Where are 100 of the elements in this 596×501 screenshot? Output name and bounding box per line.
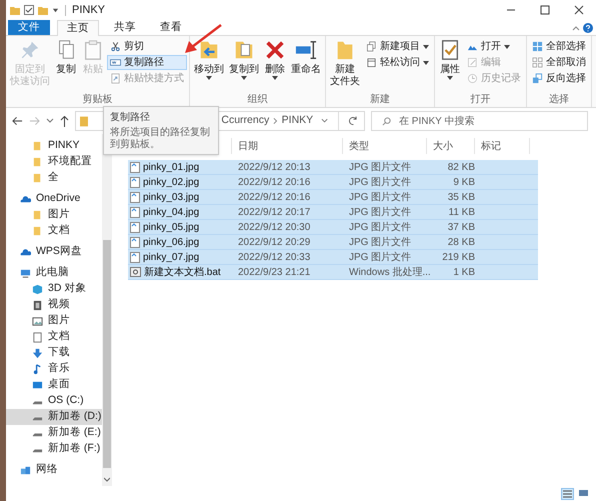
document-icon <box>32 332 43 342</box>
checkbox-icon[interactable] <box>24 5 34 15</box>
nav-item[interactable]: 全 <box>6 170 102 186</box>
nav-item[interactable]: 下载 <box>6 345 102 361</box>
path-segment[interactable]: Ccurrency <box>221 113 270 129</box>
ribbon-button[interactable]: 打开 <box>464 39 524 54</box>
nav-item[interactable]: 图片 <box>6 207 102 223</box>
file-row[interactable]: pinky_07.jpg 2022/9/12 20:33 JPG 图片文件 219 KB <box>128 250 538 265</box>
path-segment[interactable]: PINKY <box>282 113 314 129</box>
chevron-down-icon[interactable] <box>46 117 54 125</box>
path-icon <box>110 57 121 68</box>
file-row[interactable]: pinky_02.jpg 2022/9/12 20:16 JPG 图片文件 9 KB <box>128 175 538 190</box>
nav-item[interactable]: 3D 对象 <box>6 281 102 297</box>
folder-icon <box>10 5 20 15</box>
chevron-down-icon[interactable] <box>321 117 328 125</box>
chevron-right-icon <box>273 117 278 125</box>
cube-icon <box>32 284 43 294</box>
help-icon[interactable] <box>583 22 593 32</box>
nav-item[interactable]: 环境配置 <box>6 154 102 170</box>
details-view-button[interactable] <box>561 488 574 500</box>
nav-item[interactable]: 此电脑 <box>6 265 102 281</box>
ribbon-button[interactable]: 全部取消 <box>529 55 589 70</box>
nav-item[interactable]: OneDrive <box>6 191 102 207</box>
checked-page-icon <box>439 39 461 61</box>
nav-item[interactable]: 图片 <box>6 313 102 329</box>
nav-item[interactable]: 文档 <box>6 223 102 239</box>
caret-icon <box>206 76 212 80</box>
ribbon-button[interactable]: 轻松访问 <box>363 55 432 70</box>
tab[interactable]: 主页 <box>57 20 99 36</box>
group-label: 组织 <box>246 93 268 107</box>
nav-item[interactable]: 桌面 <box>6 377 102 393</box>
file-row[interactable]: pinky_01.jpg 2022/9/12 20:13 JPG 图片文件 82 KB <box>128 160 538 175</box>
folder-icon <box>32 156 43 168</box>
column-header[interactable]: 大小 <box>427 138 475 154</box>
pages-icon <box>366 41 377 52</box>
film-icon <box>32 300 43 310</box>
column-header[interactable]: 标记 <box>475 138 530 154</box>
caret-icon[interactable] <box>52 6 59 14</box>
tab[interactable]: 共享 <box>105 20 145 35</box>
group-label: 打开 <box>470 93 492 107</box>
column-header[interactable]: 类型 <box>343 138 427 154</box>
ribbon-button[interactable]: 重命名 <box>289 39 323 76</box>
scrollbar[interactable] <box>102 134 112 486</box>
tab[interactable]: 文件 <box>8 20 50 35</box>
ribbon-button[interactable]: 新建 文件夹 <box>328 39 362 88</box>
folder-icon <box>32 226 43 236</box>
ribbon-button[interactable]: 复制 <box>53 39 79 76</box>
ribbon-button[interactable]: 全部选择 <box>529 39 589 54</box>
file-row[interactable]: pinky_06.jpg 2022/9/12 20:29 JPG 图片文件 28 KB <box>128 235 538 250</box>
nav-item[interactable]: 新加卷 (E:) <box>6 425 102 441</box>
nav-item[interactable]: 新加卷 (F:) <box>6 441 102 457</box>
nav-item[interactable]: PINKY <box>6 138 102 154</box>
nav-item[interactable]: OS (C:) <box>6 393 102 409</box>
collapse-ribbon-icon[interactable] <box>572 24 580 32</box>
ribbon-button[interactable]: 属性 <box>437 39 463 80</box>
image-icon <box>32 316 43 326</box>
file-row[interactable]: pinky_03.jpg 2022/9/12 20:16 JPG 图片文件 35 KB <box>128 190 538 205</box>
ribbon-button[interactable]: 复制到 <box>227 39 261 80</box>
folder-page-icon <box>233 39 255 61</box>
caret-icon <box>423 44 429 48</box>
nav-item[interactable]: 网络 <box>6 462 102 478</box>
nav-item[interactable]: WPS网盘 <box>6 244 102 260</box>
nav-item[interactable]: 视频 <box>6 297 102 313</box>
scrollbar-thumb[interactable] <box>103 240 111 468</box>
file-date: 2022/9/23 21:21 <box>238 266 310 278</box>
nav-item[interactable]: 文档 <box>6 329 102 345</box>
folder-icon <box>80 116 88 126</box>
file-row[interactable]: pinky_04.jpg 2022/9/12 20:17 JPG 图片文件 11 KB <box>128 205 538 220</box>
scissors-icon <box>110 41 121 52</box>
image-file-icon <box>130 222 140 232</box>
back-icon[interactable] <box>12 116 23 126</box>
clipboard-icon <box>82 39 104 61</box>
image-file-icon <box>130 176 140 188</box>
file-name: 新建文本文档.bat <box>144 266 221 280</box>
file-size: 219 KB <box>442 252 475 262</box>
pin-icon <box>19 39 41 61</box>
close-icon[interactable] <box>574 5 584 15</box>
ribbon-button[interactable]: 复制路径 <box>107 55 187 70</box>
nav-item[interactable]: 音乐 <box>6 361 102 377</box>
file-date: 2022/9/12 20:16 <box>238 192 310 202</box>
file-size: 9 KB <box>453 176 475 188</box>
ribbon-button[interactable]: 反向选择 <box>529 71 589 86</box>
file-row[interactable]: 新建文本文档.bat 2022/9/23 21:21 Windows 批处理... 1 KB <box>128 265 538 280</box>
ribbon-button[interactable]: 删除 <box>262 39 288 80</box>
file-row[interactable]: pinky_05.jpg 2022/9/12 20:30 JPG 图片文件 37 KB <box>128 220 538 235</box>
file-name: pinky_07.jpg <box>143 250 200 264</box>
file-name: pinky_01.jpg <box>143 160 200 174</box>
nav-item[interactable]: 新加卷 (D:) <box>6 409 102 425</box>
up-arrow-icon[interactable] <box>60 116 69 126</box>
maximize-icon[interactable] <box>540 5 550 15</box>
ribbon-button[interactable]: 新建项目 <box>363 39 432 54</box>
search-field[interactable]: 在 PINKY 中搜索 <box>371 111 588 131</box>
ribbon-button[interactable]: 剪切 <box>107 39 187 54</box>
folder-icon <box>32 172 43 184</box>
refresh-icon[interactable] <box>349 116 358 126</box>
ribbon-button[interactable]: 移动到 <box>192 39 226 80</box>
chevron-down-icon[interactable] <box>104 477 110 482</box>
file-type: JPG 图片文件 <box>349 162 412 172</box>
tab[interactable]: 查看 <box>151 20 191 35</box>
column-header[interactable]: 日期 <box>232 138 343 154</box>
